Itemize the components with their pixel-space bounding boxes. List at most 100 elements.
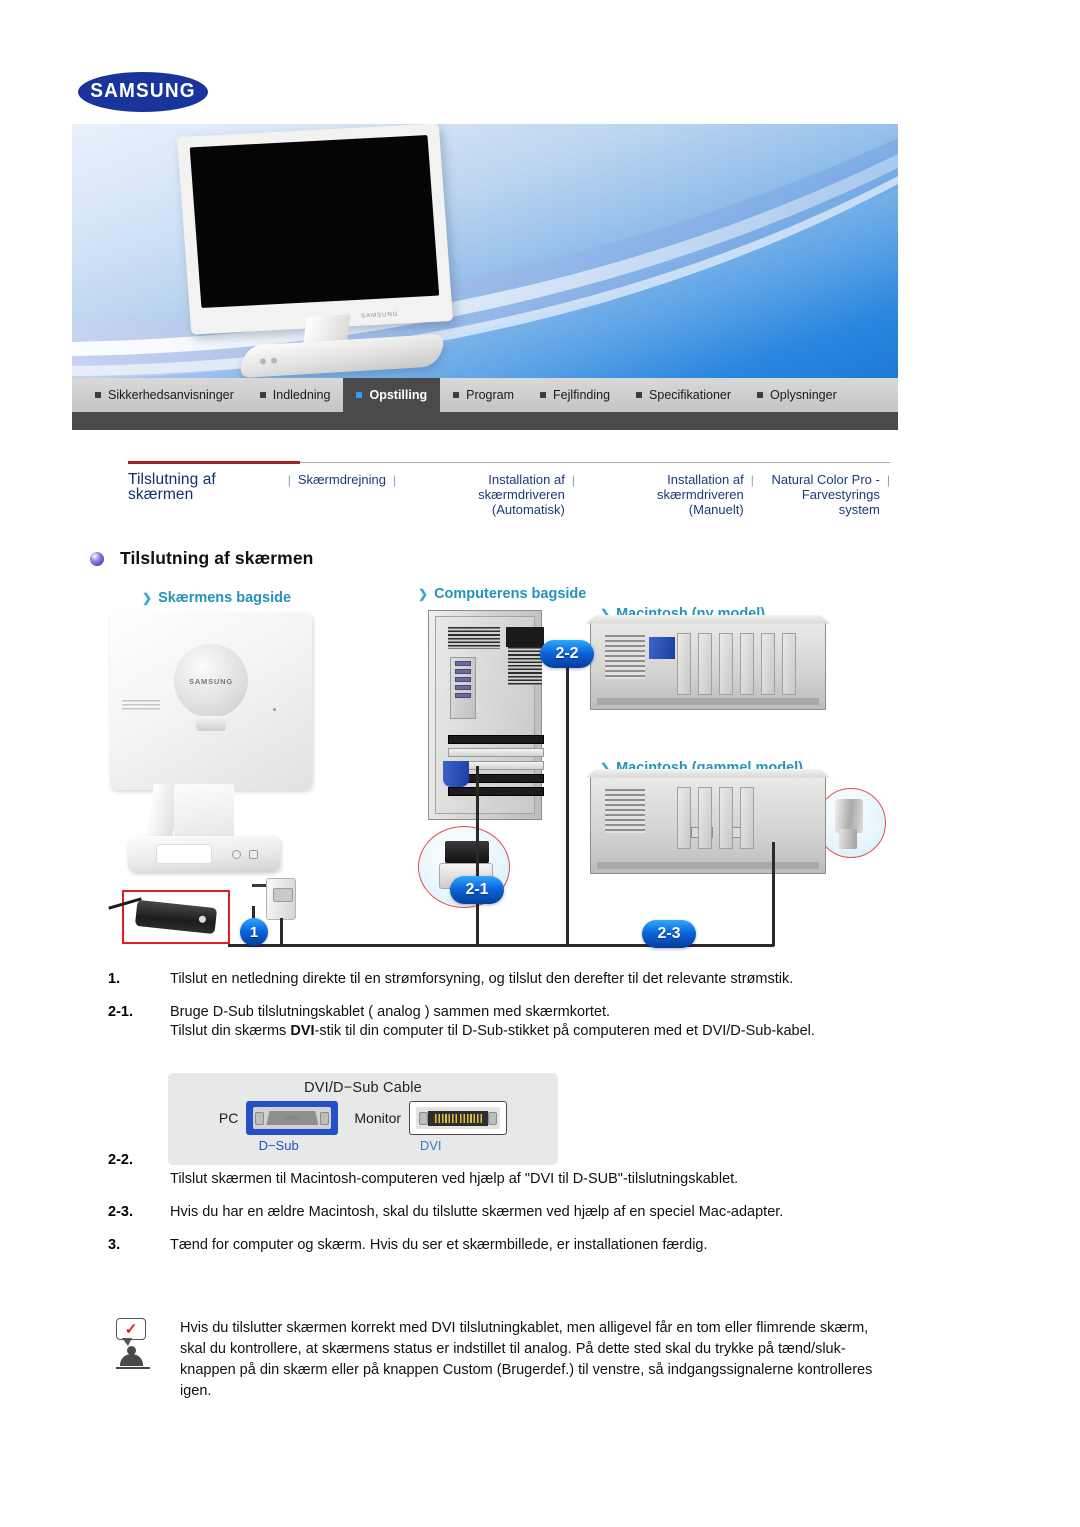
tab-opstilling[interactable]: Opstilling: [343, 378, 441, 412]
magnifier-mac-adapter-old: [816, 788, 886, 858]
step-text: Hvis du har en ældre Macintosh, skal du …: [170, 1204, 784, 1220]
subnav-item-installation-automatisk[interactable]: Installation af skærmdriveren (Automatis…: [396, 472, 572, 517]
hero-monitor-base-ports: [259, 357, 278, 365]
mac-adapter-icon: [835, 799, 863, 833]
connector-screw-icon: [320, 1111, 330, 1125]
cable-figure-monitor-label: Monitor: [354, 1110, 402, 1126]
step-text: Tilslut en netledning direkte til en str…: [170, 971, 794, 987]
cable-figure-pc-label: PC: [218, 1110, 239, 1126]
bullet-sphere-icon: [90, 551, 104, 566]
hero-monitor-screen: [189, 135, 440, 309]
subnav-item-natural-color-pro[interactable]: Natural Color Pro - Farvestyrings system: [754, 472, 887, 517]
macintosh-old-model-image: [586, 768, 830, 874]
dsub-shell-icon: :::::::: [266, 1111, 319, 1125]
subnav-item-skaermdrejning[interactable]: Skærmdrejning: [291, 472, 393, 487]
pc-tower-image: [428, 610, 544, 820]
cable-figure-pc-side: PC ::::::: D−Sub: [218, 1101, 339, 1153]
person-with-check-bubble-icon: ✓: [108, 1318, 164, 1378]
cable-figure-pc-pair: PC :::::::: [218, 1101, 339, 1135]
tab-label: Oplysninger: [770, 388, 837, 402]
nav-bar-footer-strip: [72, 412, 898, 430]
subnav-line1: Natural Color Pro -: [771, 472, 880, 487]
note-callout: ✓ Hvis du tilslutter skærmen korrekt med…: [108, 1318, 888, 1402]
subnav-item-tilslutning-af-skaermen[interactable]: Tilslutning af skærmen: [128, 472, 288, 503]
dsub-connector-body: :::::::: [253, 1107, 332, 1129]
pc-tower-psu-block: [506, 627, 544, 647]
step-number: 2-1.: [108, 1004, 133, 1020]
dvi-pins: [459, 1113, 482, 1123]
person-icon: [116, 1346, 150, 1372]
tab-program[interactable]: Program: [440, 378, 527, 412]
step-2-1: 2-1. Bruge D-Sub tilslutningskablet ( an…: [108, 1003, 908, 1041]
pc-tower-psu-vent: [508, 647, 542, 685]
tab-label: Fejlfinding: [553, 388, 611, 402]
monitor-rear-dot: [273, 708, 276, 711]
connection-diagram: ❯ Skærmens bagside ❯ Computerens bagside…: [100, 586, 930, 963]
tab-bullet-icon: [540, 392, 547, 398]
diagram-label-text: Computerens bagside: [434, 586, 587, 602]
subnav-line2: (Manuelt): [688, 502, 744, 517]
callout-badge-2-3: 2-3: [642, 920, 696, 948]
step-1: 1. Tilslut en netledning direkte til en …: [108, 970, 908, 989]
dsub-pins: :::::::: [285, 1115, 300, 1121]
tab-sikkerhedsanvisninger[interactable]: Sikkerhedsanvisninger: [82, 378, 247, 412]
tab-bullet-icon: [356, 392, 363, 398]
tab-indledning[interactable]: Indledning: [247, 378, 344, 412]
adapter-led-icon: [198, 915, 207, 924]
monitor-port-cluster: [232, 850, 258, 859]
callout-badge-2-1: 2-1: [450, 876, 504, 904]
dsub-connector-icon: :::::::: [246, 1101, 339, 1135]
cable-main-horizontal: [228, 944, 774, 947]
manual-page: SAMSUNG SAMSUNG Sikkerhedsanvisninger In…: [0, 0, 1080, 1527]
monitor-stand-cutout: [156, 844, 212, 864]
cable-figure-title: DVI/D−Sub Cable: [304, 1080, 422, 1096]
monitor-stand-clip: [196, 716, 226, 731]
step-text: Tænd for computer og skærm. Hvis du ser …: [170, 1237, 708, 1253]
pc-tower-top-vent: [448, 627, 500, 649]
tab-bullet-icon: [453, 392, 460, 398]
subnav-separator: |: [886, 473, 890, 487]
mac-vent-grill: [605, 635, 645, 679]
monitor-stand-arm: [174, 784, 234, 842]
tab-fejlfinding[interactable]: Fejlfinding: [527, 378, 623, 412]
step-text-line: Tilslut skærmen til Macintosh-computeren…: [170, 1171, 739, 1187]
dvi-pins: [434, 1113, 457, 1123]
cable-figure-pc-connector-label: D−Sub: [258, 1138, 299, 1153]
mac-slot-covers: [677, 633, 796, 695]
dvi-dsub-cable-figure: DVI/D−Sub Cable PC ::::::: D−Sub Monitor…: [168, 1073, 558, 1165]
hero-monitor-base: [236, 333, 448, 378]
tab-specifikationer[interactable]: Specifikationer: [623, 378, 744, 412]
tab-label: Indledning: [272, 388, 331, 402]
main-nav-tabs[interactable]: Sikkerhedsanvisninger Indledning Opstill…: [72, 378, 898, 412]
step-3: 3. Tænd for computer og skærm. Hvis du s…: [108, 1236, 908, 1255]
subnav-active-underline: [128, 461, 300, 464]
checkmark-icon: ✓: [124, 1320, 138, 1338]
page-title: Tilslutning af skærmen: [90, 548, 313, 569]
pc-tower-io-panel: [450, 657, 476, 719]
subnav-line2: (Automatisk): [491, 502, 565, 517]
subnav-line1: Installation af skærmdriveren: [478, 472, 565, 502]
page-title-text: Tilslutning af skærmen: [120, 548, 314, 568]
samsung-logo: SAMSUNG: [78, 72, 208, 112]
cable-figure-monitor-pair: Monitor: [354, 1101, 508, 1135]
cable-figure-monitor-side: Monitor DVI: [354, 1101, 508, 1153]
dvi-connector-icon: [409, 1101, 508, 1135]
cable-mac-old-vertical: [772, 842, 775, 946]
connector-screw-icon: [255, 1111, 265, 1125]
power-adapter-brick: [134, 899, 218, 935]
subnav-item-installation-manuelt[interactable]: Installation af skærmdriveren (Manuelt): [575, 472, 751, 517]
callout-badge-2-2: 2-2: [540, 640, 594, 668]
sub-nav[interactable]: Tilslutning af skærmen | Skærmdrejning |…: [128, 461, 890, 517]
mac-slot-covers: [677, 787, 754, 849]
tab-oplysninger[interactable]: Oplysninger: [744, 378, 850, 412]
mac-adapter-base-icon: [839, 829, 857, 849]
dvi-port-icon: [445, 841, 489, 863]
diagram-label-computer-back: ❯ Computerens bagside: [418, 586, 586, 602]
logo-text: SAMSUNG: [90, 80, 196, 103]
connector-screw-icon: [488, 1111, 498, 1125]
tab-bullet-icon: [636, 392, 643, 398]
monitor-rear-hub: SAMSUNG: [174, 644, 248, 718]
hero-monitor-panel: SAMSUNG: [176, 124, 454, 335]
diagram-label-text: Skærmens bagside: [158, 590, 292, 606]
diagram-label-monitor-back: ❯ Skærmens bagside: [142, 590, 291, 606]
